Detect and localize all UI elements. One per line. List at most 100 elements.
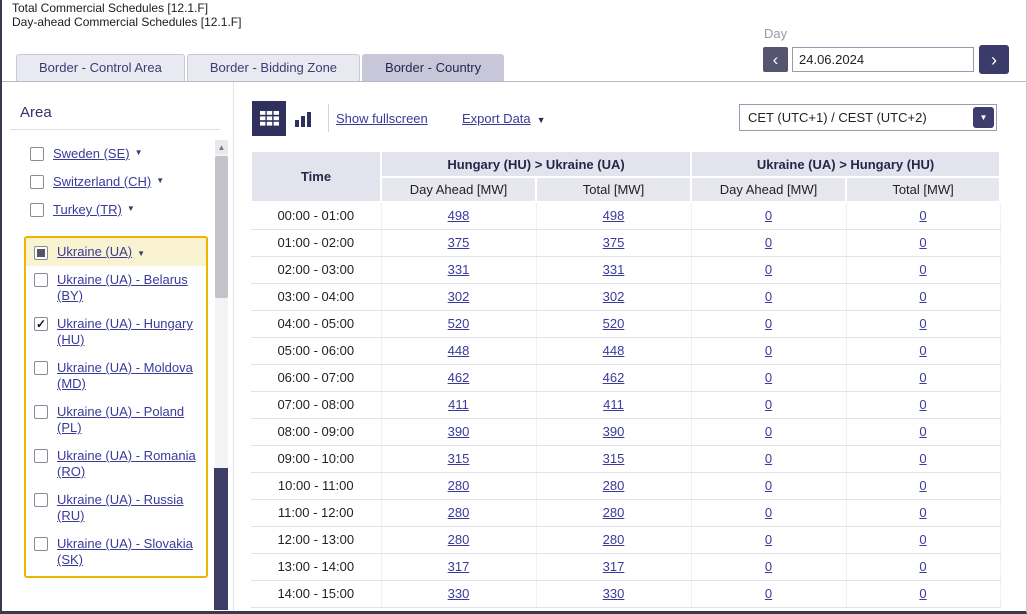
value-link[interactable]: 520 — [603, 316, 625, 331]
value-link[interactable]: 0 — [919, 262, 926, 277]
value-link[interactable]: 411 — [603, 397, 624, 412]
value-link[interactable]: 0 — [919, 316, 926, 331]
chart-view-button[interactable] — [286, 101, 320, 136]
value-link[interactable]: 0 — [765, 208, 772, 223]
value-link[interactable]: 448 — [603, 343, 625, 358]
value-link[interactable]: 0 — [765, 343, 772, 358]
scrollbar-dark-segment[interactable] — [214, 468, 228, 610]
value-link[interactable]: 0 — [919, 478, 926, 493]
value-link[interactable]: 448 — [448, 343, 470, 358]
value-link[interactable]: 0 — [919, 586, 926, 601]
value-link[interactable]: 0 — [919, 451, 926, 466]
checkbox-ukraine-poland[interactable] — [34, 405, 48, 419]
value-link[interactable]: 0 — [765, 262, 772, 277]
border-link-ukraine-romania[interactable]: Ukraine (UA) - Romania (RO) — [57, 448, 203, 480]
checkbox-ukraine-slovakia[interactable] — [34, 537, 48, 551]
value-link[interactable]: 390 — [448, 424, 470, 439]
value-link[interactable]: 0 — [765, 424, 772, 439]
value-link[interactable]: 331 — [603, 262, 625, 277]
value-link[interactable]: 315 — [603, 451, 625, 466]
checkbox-ukraine-belarus[interactable] — [34, 273, 48, 287]
value-link[interactable]: 280 — [603, 532, 625, 547]
value-link[interactable]: 330 — [603, 586, 625, 601]
value-link[interactable]: 390 — [603, 424, 625, 439]
value-link[interactable]: 0 — [765, 370, 772, 385]
value-link[interactable]: 375 — [448, 235, 470, 250]
value-link[interactable]: 0 — [765, 505, 772, 520]
scrollbar-thumb[interactable] — [215, 156, 228, 298]
checkbox-ukraine-hungary-checked[interactable]: ✓ — [34, 317, 48, 331]
checkbox-ukraine-indeterminate[interactable] — [34, 245, 48, 260]
value-link[interactable]: 0 — [765, 397, 772, 412]
checkbox-ukraine-moldova[interactable] — [34, 361, 48, 375]
value-link[interactable]: 331 — [448, 262, 470, 277]
value-link[interactable]: 280 — [448, 532, 470, 547]
value-link[interactable]: 0 — [919, 289, 926, 304]
chevron-down-icon[interactable]: ▼ — [127, 205, 135, 213]
checkbox-sweden[interactable] — [30, 147, 44, 161]
value-link[interactable]: 0 — [765, 586, 772, 601]
area-link-turkey[interactable]: Turkey (TR) — [53, 202, 122, 218]
scroll-up-icon[interactable]: ▲ — [215, 140, 228, 154]
border-link-ukraine-poland[interactable]: Ukraine (UA) - Poland (PL) — [57, 404, 203, 436]
area-link-ukraine[interactable]: Ukraine (UA) — [57, 244, 132, 260]
border-link-ukraine-russia[interactable]: Ukraine (UA) - Russia (RU) — [57, 492, 203, 524]
value-link[interactable]: 330 — [448, 586, 470, 601]
value-link[interactable]: 462 — [448, 370, 470, 385]
value-link[interactable]: 0 — [765, 316, 772, 331]
border-link-ukraine-slovakia[interactable]: Ukraine (UA) - Slovakia (SK) — [57, 536, 203, 568]
checkbox-ukraine-russia[interactable] — [34, 493, 48, 507]
value-link[interactable]: 0 — [919, 208, 926, 223]
value-link[interactable]: 0 — [919, 559, 926, 574]
value-link[interactable]: 0 — [919, 424, 926, 439]
timezone-select[interactable]: CET (UTC+1) / CEST (UTC+2) ▼ — [739, 104, 997, 131]
value-link[interactable]: 280 — [603, 478, 625, 493]
value-link[interactable]: 0 — [919, 397, 926, 412]
value-link[interactable]: 462 — [603, 370, 625, 385]
border-link-ukraine-hungary[interactable]: Ukraine (UA) - Hungary (HU) — [57, 316, 203, 348]
value-link[interactable]: 315 — [448, 451, 470, 466]
value-link[interactable]: 0 — [765, 532, 772, 547]
chevron-down-icon[interactable]: ▼ — [137, 249, 145, 258]
value-link[interactable]: 0 — [919, 343, 926, 358]
area-link-sweden[interactable]: Sweden (SE) — [53, 146, 130, 162]
value-link[interactable]: 302 — [603, 289, 625, 304]
sidebar-scrollbar[interactable]: ▲ — [214, 140, 228, 610]
tab-border-bidding-zone[interactable]: Border - Bidding Zone — [186, 54, 361, 81]
value-link[interactable]: 302 — [448, 289, 470, 304]
value-link[interactable]: 0 — [765, 289, 772, 304]
area-link-switzerland[interactable]: Switzerland (CH) — [53, 174, 151, 190]
table-view-button[interactable] — [252, 101, 286, 136]
value-link[interactable]: 280 — [603, 505, 625, 520]
value-link[interactable]: 0 — [919, 505, 926, 520]
table-row: 11:00 - 12:00 280 280 0 0 — [251, 499, 1001, 527]
border-link-ukraine-belarus[interactable]: Ukraine (UA) - Belarus (BY) — [57, 272, 203, 304]
checkbox-switzerland[interactable] — [30, 175, 44, 189]
tab-border-control-area[interactable]: Border - Control Area — [16, 54, 185, 81]
chevron-down-icon[interactable]: ▼ — [135, 149, 143, 157]
value-link[interactable]: 375 — [603, 235, 625, 250]
value-link[interactable]: 0 — [765, 451, 772, 466]
value-link[interactable]: 280 — [448, 505, 470, 520]
checkbox-turkey[interactable] — [30, 203, 44, 217]
show-fullscreen-link[interactable]: Show fullscreen — [336, 111, 428, 126]
table-row: 05:00 - 06:00 448 448 0 0 — [251, 337, 1001, 365]
checkbox-ukraine-romania[interactable] — [34, 449, 48, 463]
value-link[interactable]: 520 — [448, 316, 470, 331]
value-link[interactable]: 0 — [765, 559, 772, 574]
tab-border-country[interactable]: Border - Country — [362, 54, 505, 81]
value-link[interactable]: 0 — [765, 478, 772, 493]
chevron-down-icon[interactable]: ▼ — [156, 177, 164, 185]
value-link[interactable]: 411 — [448, 397, 469, 412]
value-link[interactable]: 317 — [603, 559, 625, 574]
value-link[interactable]: 280 — [448, 478, 470, 493]
value-link[interactable]: 0 — [919, 370, 926, 385]
export-data-link[interactable]: Export Data ▼ — [462, 111, 546, 126]
value-link[interactable]: 498 — [603, 208, 625, 223]
value-link[interactable]: 317 — [448, 559, 470, 574]
value-link[interactable]: 0 — [765, 235, 772, 250]
value-link[interactable]: 0 — [919, 532, 926, 547]
value-link[interactable]: 498 — [448, 208, 470, 223]
value-link[interactable]: 0 — [919, 235, 926, 250]
border-link-ukraine-moldova[interactable]: Ukraine (UA) - Moldova (MD) — [57, 360, 203, 392]
